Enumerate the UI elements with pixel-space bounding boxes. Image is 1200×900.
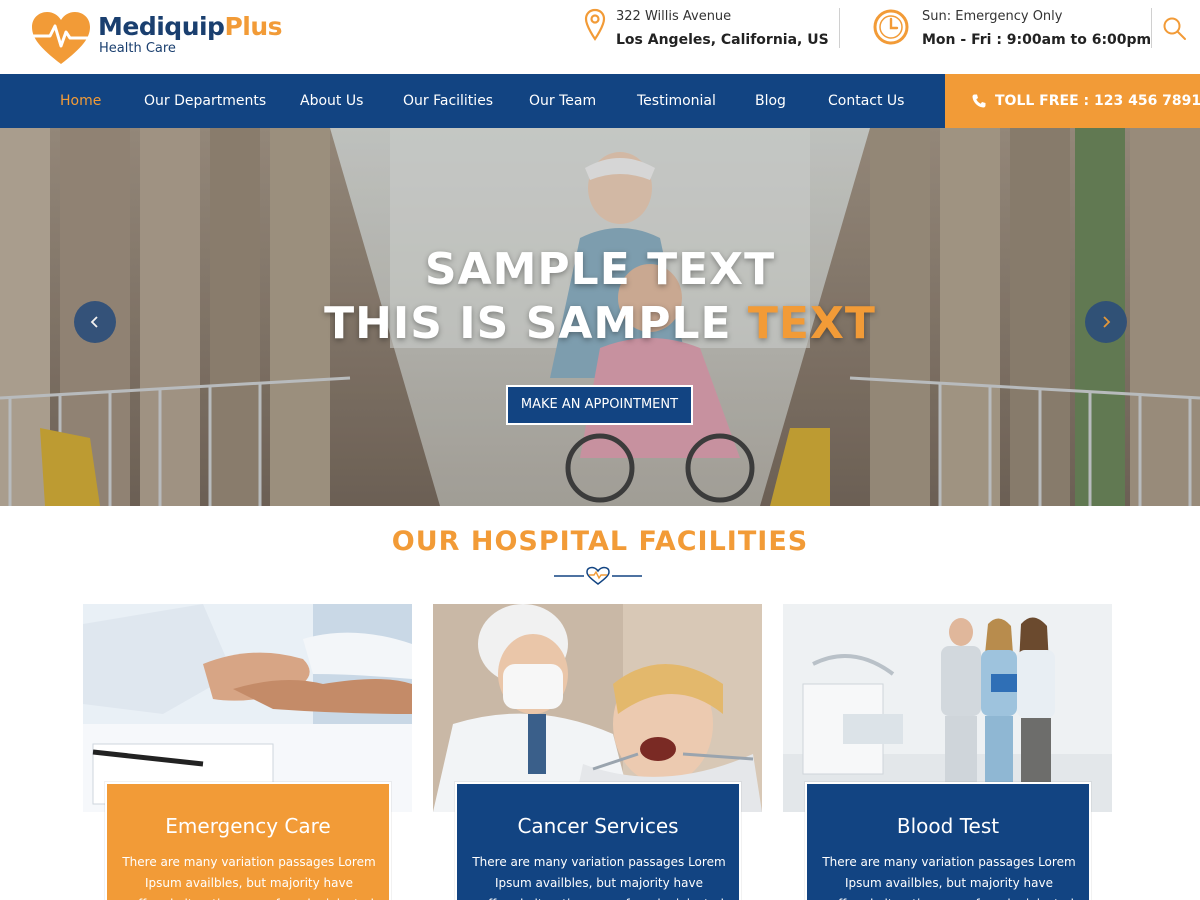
nav-item-home[interactable]: Home (60, 93, 101, 109)
facility-image (83, 604, 412, 812)
toll-free-label: TOLL FREE : 123 456 78910 (995, 93, 1200, 109)
address-line-1: 322 Willis Avenue (616, 9, 732, 24)
top-header: MediquipPlus Health Care 322 Willis Aven… (0, 0, 1200, 74)
search-icon (1163, 17, 1186, 40)
heart-pulse-icon (554, 566, 642, 585)
nav-item-our-team[interactable]: Our Team (529, 93, 596, 109)
nav-item-testimonial[interactable]: Testimonial (637, 93, 716, 109)
facility-card-title: Emergency Care (165, 814, 331, 838)
address-info: 322 Willis Avenue Los Angeles, Californi… (584, 8, 829, 54)
facility-card-body: Cancer Services There are many variation… (454, 781, 742, 900)
main-nav: Home Our Departments About Us Our Facili… (0, 74, 945, 128)
header-divider (839, 8, 840, 48)
medical-team-photo (783, 604, 1112, 812)
nav-item-contact-us[interactable]: Contact Us (828, 93, 904, 109)
nav-item-about-us[interactable]: About Us (300, 93, 363, 109)
heart-pulse-logo-icon (32, 12, 90, 64)
brand-tagline: Health Care (99, 41, 176, 56)
facility-card-description: There are many variation passages Lorem … (822, 855, 1076, 900)
make-appointment-button[interactable]: MAKE AN APPOINTMENT (506, 385, 693, 425)
nav-item-blog[interactable]: Blog (755, 93, 786, 109)
location-pin-icon (584, 8, 606, 41)
nav-item-our-departments[interactable]: Our Departments (144, 93, 266, 109)
facility-card-body: Blood Test There are many variation pass… (804, 781, 1092, 900)
facility-image (783, 604, 1112, 812)
brand-logo[interactable]: MediquipPlus Health Care (30, 10, 283, 66)
hero-slider: SAMPLE TEXT THIS IS SAMPLE TEXT MAKE AN … (0, 128, 1200, 506)
facility-image (433, 604, 762, 812)
hours-info: Sun: Emergency Only Mon - Fri : 9:00am t… (872, 8, 1151, 54)
phone-icon (972, 94, 986, 108)
facility-card-description: There are many variation passages Lorem … (122, 855, 376, 900)
dentist-photo (433, 604, 762, 812)
facility-card-blood-test[interactable]: Blood Test There are many variation pass… (783, 604, 1112, 900)
hands-photo (83, 604, 412, 812)
toll-free-button[interactable]: TOLL FREE : 123 456 78910 (945, 74, 1200, 128)
nav-item-our-facilities[interactable]: Our Facilities (403, 93, 493, 109)
slider-prev-button[interactable] (74, 301, 116, 343)
header-divider (1151, 8, 1152, 48)
chevron-left-icon (90, 316, 98, 328)
hero-heading-line-2: THIS IS SAMPLE TEXT (324, 298, 876, 349)
facility-card-description: There are many variation passages Lorem … (472, 855, 726, 900)
facility-card-title: Blood Test (896, 814, 1000, 838)
facilities-heading: OUR HOSPITAL FACILITIES (391, 526, 809, 557)
clock-icon (873, 9, 909, 45)
slider-next-button[interactable] (1085, 301, 1127, 343)
address-line-2: Los Angeles, California, US (616, 32, 829, 48)
hero-heading-line-1: SAMPLE TEXT (424, 244, 776, 295)
hours-line-2: Mon - Fri : 9:00am to 6:00pm (922, 32, 1152, 48)
facility-card-cancer-services[interactable]: Cancer Services There are many variation… (433, 604, 762, 900)
facility-card-title: Cancer Services (517, 814, 679, 838)
hours-line-1: Sun: Emergency Only (922, 9, 1063, 24)
search-button[interactable] (1160, 14, 1190, 44)
facility-card-body: Emergency Care There are many variation … (104, 781, 392, 900)
brand-name: MediquipPlus (98, 12, 283, 41)
chevron-right-icon (1103, 316, 1111, 328)
facility-card-emergency-care[interactable]: Emergency Care There are many variation … (83, 604, 412, 900)
